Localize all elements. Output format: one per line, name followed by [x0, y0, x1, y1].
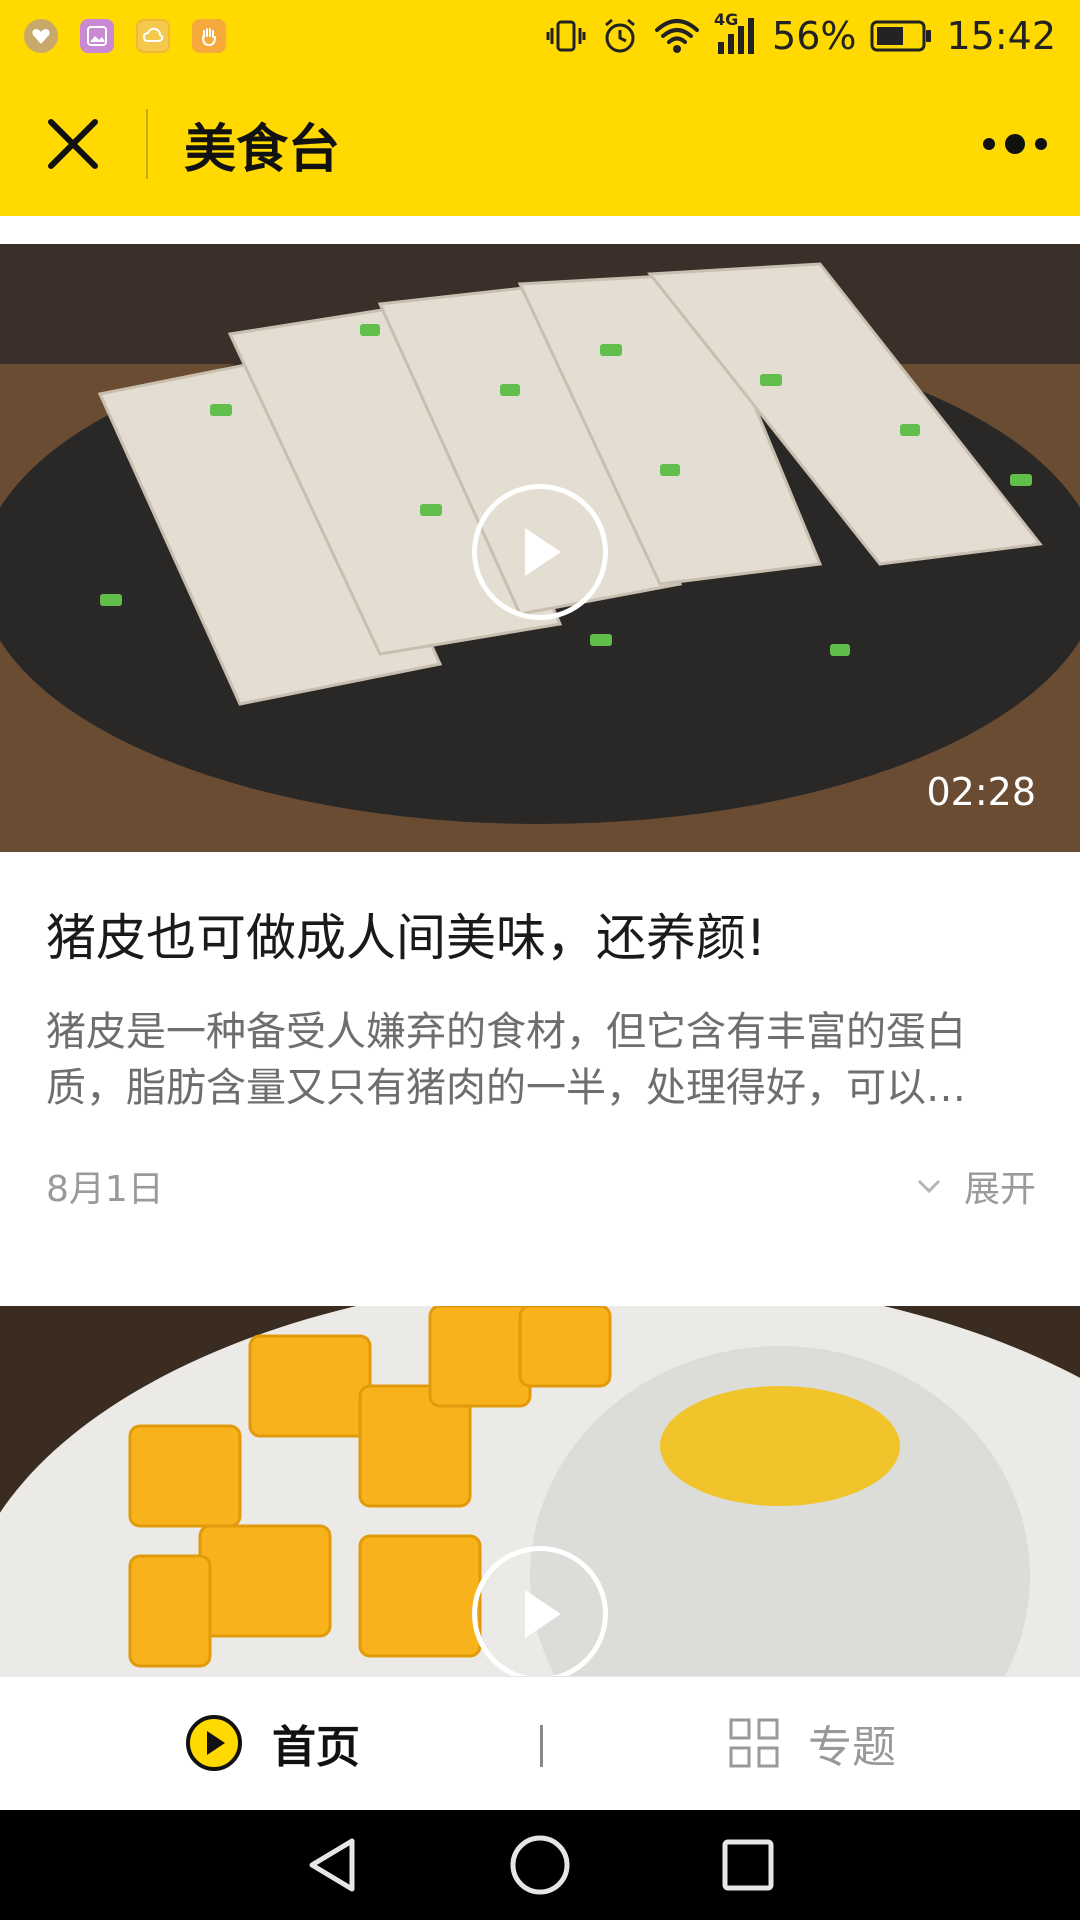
alarm-icon [605, 18, 635, 53]
more-icon-center-dot [1005, 134, 1025, 154]
cellular-signal-icon: 4G [714, 10, 758, 56]
tab-separator [540, 1725, 543, 1767]
tab-topics-label: 专题 [808, 1722, 896, 1773]
video-thumbnail[interactable]: 02:28 [0, 244, 1080, 852]
post-title[interactable]: 猪皮也可做成人间美味，还养颜! [46, 898, 1046, 970]
play-button[interactable] [472, 484, 608, 620]
post-summary: 猪皮是一种备受人嫌弃的食材，但它含有丰富的蛋白质，脂肪含量又只有猪肉的一半，处理… [46, 1009, 966, 1111]
chevron-down-icon [917, 1179, 941, 1194]
wifi-icon [655, 19, 700, 53]
tab-home-label: 首页 [272, 1722, 360, 1773]
app-notification-icon [24, 19, 58, 53]
home-play-icon [186, 1715, 242, 1771]
system-nav-bar [0, 1810, 1080, 1920]
network-type-label: 4G [714, 10, 739, 29]
battery-icon [870, 20, 932, 52]
status-bar: 4G 56% 15:42 [0, 0, 1080, 72]
battery-percent: 56% [772, 14, 857, 58]
video-duration: 02:28 [926, 770, 1036, 814]
tab-topics[interactable]: 专题 [728, 1711, 896, 1775]
tab-home[interactable]: 首页 [184, 1711, 360, 1775]
clock: 15:42 [946, 14, 1056, 58]
vibrate-icon [546, 20, 586, 52]
home-circle-icon[interactable] [509, 1834, 571, 1896]
video-thumbnail[interactable] [0, 1306, 1080, 1676]
close-button[interactable] [0, 72, 146, 216]
cloud-notification-icon [136, 19, 170, 53]
page-title: 美食台 [184, 119, 341, 180]
gallery-notification-icon [80, 19, 114, 53]
back-icon[interactable] [304, 1835, 360, 1895]
bottom-tab-bar: 首页 专题 [0, 1676, 1080, 1810]
play-button[interactable] [472, 1546, 608, 1676]
grid-icon [729, 1718, 779, 1768]
play-icon [525, 1590, 561, 1638]
expand-label: 展开 [963, 1169, 1036, 1210]
more-icon [983, 138, 995, 150]
recents-square-icon[interactable] [720, 1837, 776, 1893]
system-status: 4G 56% 15:42 [546, 10, 1056, 58]
post-meta: 8月1日 展开 [46, 1160, 1036, 1212]
close-icon [48, 119, 98, 169]
more-icon-right-dot [1035, 138, 1047, 150]
post-date: 8月1日 [46, 1169, 164, 1210]
hand-notification-icon [192, 19, 226, 53]
play-icon [525, 528, 561, 576]
notification-icons [24, 19, 226, 53]
expand-button[interactable]: 展开 [916, 1160, 1036, 1212]
app-bar-divider [146, 109, 148, 179]
more-button[interactable] [950, 72, 1080, 216]
app-bar: 美食台 [0, 72, 1080, 216]
